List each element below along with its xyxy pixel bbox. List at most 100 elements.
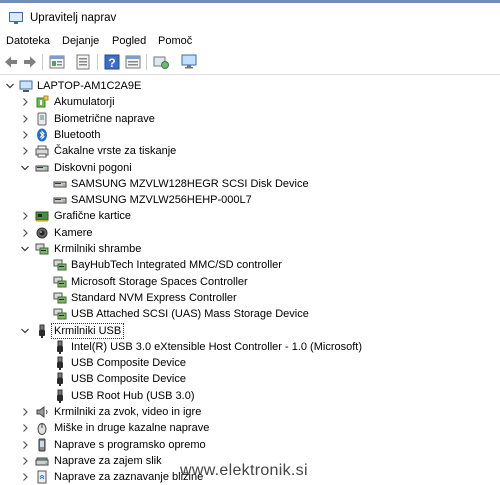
device-item[interactable]: Standard NVM Express Controller	[0, 290, 500, 306]
device-category[interactable]: Čakalne vrste za tiskanje	[0, 143, 500, 159]
device-label: Microsoft Storage Spaces Controller	[71, 275, 248, 288]
category-label: Krmilniki za zvok, video in igre	[54, 406, 202, 418]
menu-action[interactable]: Dejanje	[62, 35, 99, 47]
chevron-down-icon[interactable]	[20, 326, 30, 336]
computer-icon	[19, 80, 33, 92]
device-item[interactable]: USB Attached SCSI (UAS) Mass Storage Dev…	[0, 306, 500, 322]
chevron-down-icon[interactable]	[20, 244, 30, 254]
monitor-icon[interactable]	[180, 53, 198, 71]
device-category[interactable]: Miške in druge kazalne naprave	[0, 420, 500, 436]
menu-file[interactable]: Datoteka	[6, 35, 50, 47]
scan-hardware-icon[interactable]	[152, 53, 170, 71]
chevron-down-icon[interactable]	[5, 81, 15, 91]
category-label: Naprave s programsko opremo	[54, 438, 206, 451]
forward-arrow-icon[interactable]	[21, 53, 39, 71]
usb-icon	[57, 340, 63, 354]
storage-controller-icon	[53, 259, 67, 271]
bluetooth-icon	[37, 128, 47, 142]
category-label: Miške in druge kazalne naprave	[54, 422, 210, 435]
window-title: Upravitelj naprav	[30, 12, 117, 24]
storage-controller-icon	[53, 308, 67, 320]
device-manager-app-icon	[9, 12, 23, 24]
device-label: Standard NVM Express Controller	[71, 291, 237, 304]
battery-icon	[36, 95, 49, 108]
device-label: USB Root Hub (USB 3.0)	[71, 389, 195, 402]
device-item[interactable]: USB Composite Device	[0, 355, 500, 371]
device-item[interactable]: USB Composite Device	[0, 371, 500, 387]
help-icon[interactable]: ?	[103, 53, 121, 71]
speaker-icon	[36, 406, 48, 418]
storage-controller-icon	[53, 292, 67, 304]
chevron-right-icon[interactable]	[20, 130, 30, 140]
chevron-right-icon[interactable]	[20, 407, 30, 417]
device-label: USB Composite Device	[71, 357, 186, 370]
category-label: Bluetooth	[54, 128, 101, 141]
chevron-right-icon[interactable]	[20, 423, 30, 433]
device-item[interactable]: Intel(R) USB 3.0 eXtensible Host Control…	[0, 339, 500, 355]
menu-view[interactable]: Pogled	[112, 35, 146, 47]
device-item[interactable]: SAMSUNG MZVLW128HEGR SCSI Disk Device	[0, 176, 500, 192]
category-label: Kamere	[54, 226, 93, 239]
usb-icon	[39, 324, 45, 338]
toolbar: ?	[0, 50, 500, 75]
device-item[interactable]: USB Root Hub (USB 3.0)	[0, 388, 500, 404]
device-category[interactable]: Akumulatorji	[0, 94, 500, 110]
chevron-right-icon[interactable]	[20, 440, 30, 450]
toolbar-separator	[42, 54, 43, 70]
category-label: Diskovni pogoni	[54, 161, 132, 174]
disk-drive-icon	[53, 181, 67, 188]
printer-icon	[35, 145, 49, 158]
device-label: USB Composite Device	[71, 373, 186, 386]
device-category[interactable]: Krmilniki shrambe	[0, 241, 500, 257]
tree-root-computer[interactable]: LAPTOP-AM1C2A9E	[0, 78, 500, 94]
back-arrow-icon[interactable]	[2, 53, 20, 71]
biometric-icon	[37, 112, 47, 126]
device-category[interactable]: Naprave s programsko opremo	[0, 437, 500, 453]
device-category[interactable]: Krmilniki za zvok, video in igre	[0, 404, 500, 420]
title-bar: Upravitelj naprav	[0, 0, 500, 32]
display-adapter-icon	[35, 211, 49, 222]
proximity-icon	[37, 470, 47, 484]
chevron-right-icon[interactable]	[20, 97, 30, 107]
device-item[interactable]: Microsoft Storage Spaces Controller	[0, 274, 500, 290]
chevron-right-icon[interactable]	[20, 472, 30, 482]
device-item[interactable]: SAMSUNG MZVLW256HEHP-000L7	[0, 192, 500, 208]
chevron-right-icon[interactable]	[20, 114, 30, 124]
category-label: Krmilniki USB	[51, 322, 125, 339]
category-label: Akumulatorji	[54, 96, 115, 109]
menu-help[interactable]: Pomoč	[158, 35, 192, 47]
chevron-right-icon[interactable]	[20, 211, 30, 221]
view-icon[interactable]	[124, 53, 142, 71]
update-driver-icon[interactable]	[74, 53, 92, 71]
device-item[interactable]: BayHubTech Integrated MMC/SD controller	[0, 257, 500, 273]
device-label: Intel(R) USB 3.0 eXtensible Host Control…	[71, 340, 362, 353]
device-label: USB Attached SCSI (UAS) Mass Storage Dev…	[71, 308, 309, 321]
svg-text:?: ?	[108, 56, 115, 70]
chevron-right-icon[interactable]	[20, 228, 30, 238]
scanner-icon	[35, 457, 49, 466]
device-label: SAMSUNG MZVLW128HEGR SCSI Disk Device	[71, 177, 309, 190]
chevron-right-icon[interactable]	[20, 146, 30, 156]
device-category[interactable]: Bluetooth	[0, 127, 500, 143]
toolbar-separator	[146, 54, 147, 70]
usb-icon	[57, 389, 63, 403]
device-category[interactable]: Krmilniki USB	[0, 322, 500, 339]
mouse-icon	[37, 423, 47, 436]
menu-bar: Datoteka Dejanje Pogled Pomoč	[0, 32, 500, 50]
device-category[interactable]: Kamere	[0, 225, 500, 241]
camera-icon	[36, 227, 48, 239]
chevron-right-icon[interactable]	[20, 456, 30, 466]
device-category[interactable]: Biometrične naprave	[0, 111, 500, 127]
properties-icon[interactable]	[48, 53, 66, 71]
storage-controller-icon	[53, 276, 67, 288]
device-category[interactable]: Diskovni pogoni	[0, 160, 500, 176]
storage-controller-icon	[35, 243, 49, 255]
toolbar-separator	[97, 54, 98, 70]
device-category[interactable]: Grafične kartice	[0, 208, 500, 224]
chevron-down-icon[interactable]	[20, 163, 30, 173]
disk-drive-icon	[35, 165, 49, 171]
device-label: SAMSUNG MZVLW256HEHP-000L7	[71, 194, 252, 207]
software-device-icon	[38, 438, 46, 452]
device-tree: LAPTOP-AM1C2A9E Akumulatorji Biometrične n…	[0, 78, 500, 485]
category-label: Krmilniki shrambe	[54, 243, 142, 255]
